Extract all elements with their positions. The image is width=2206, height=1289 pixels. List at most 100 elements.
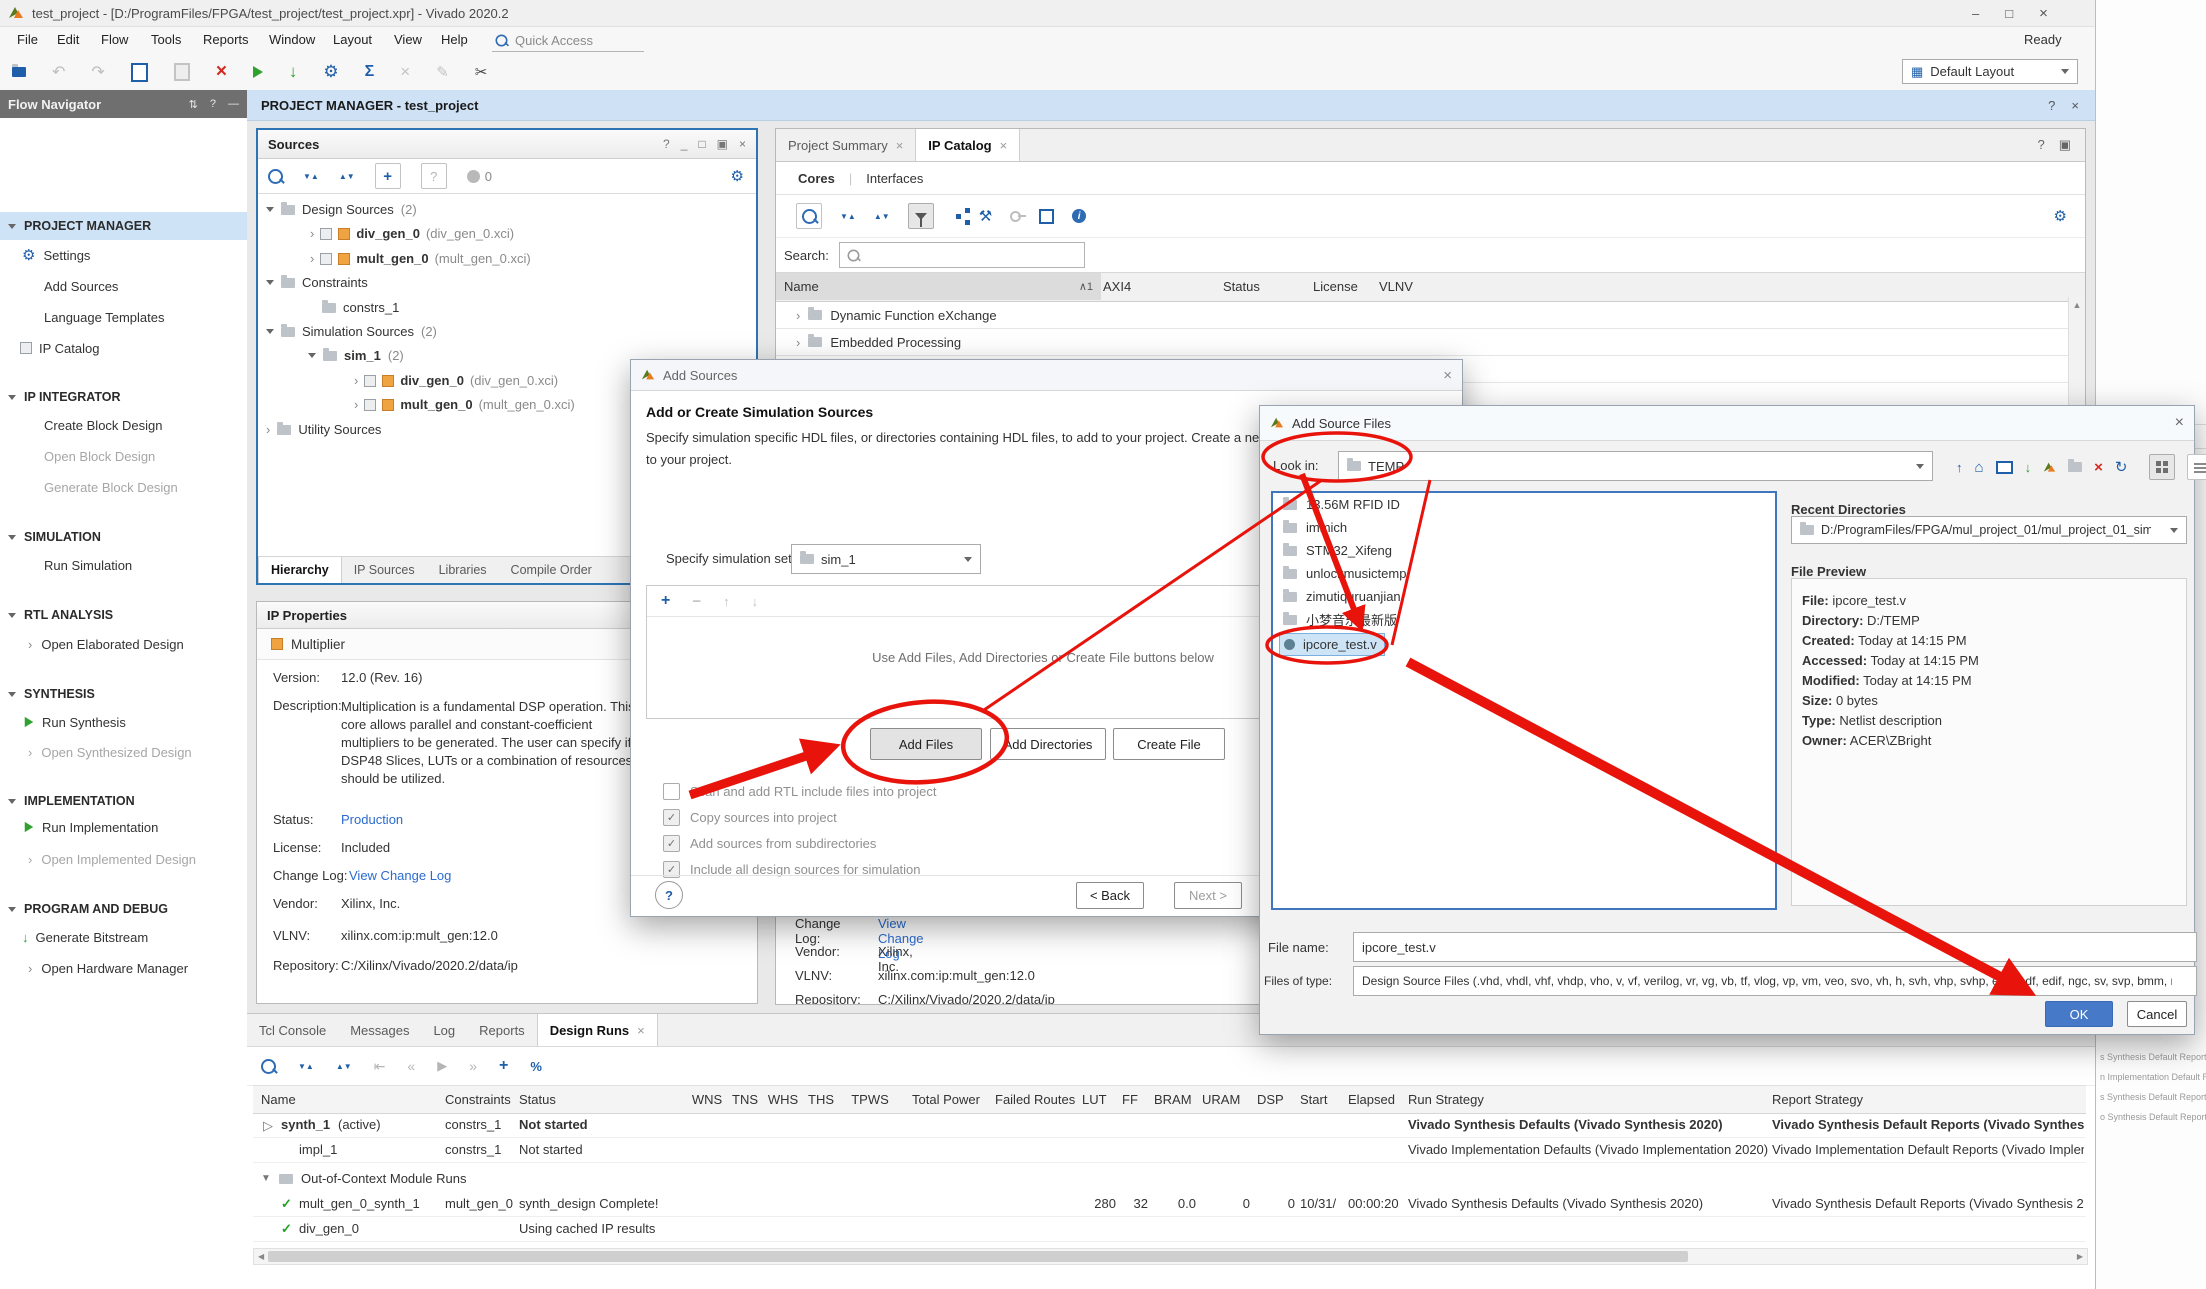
- tab-tcl-console[interactable]: Tcl Console: [247, 1014, 338, 1046]
- tree-row[interactable]: Simulation Sources (2): [266, 324, 437, 339]
- catalog-row[interactable]: ›Embedded Processing: [776, 329, 2085, 356]
- tab-design-runs[interactable]: Design Runs×: [537, 1014, 658, 1046]
- sidebar-item-settings[interactable]: ⚙Settings: [0, 242, 247, 268]
- help-icon[interactable]: ?: [2048, 98, 2055, 113]
- info-icon[interactable]: i: [1072, 209, 1086, 223]
- search-icon[interactable]: [796, 203, 822, 229]
- chip-icon[interactable]: [1039, 209, 1054, 224]
- scrollbar-horizontal[interactable]: ◀ ▶: [253, 1248, 2088, 1265]
- menu-file[interactable]: File: [17, 32, 38, 47]
- collapse-all-icon[interactable]: ▼▲: [840, 214, 856, 219]
- collapsed-icon[interactable]: ›: [310, 251, 314, 266]
- close-icon[interactable]: ×: [1443, 367, 1452, 384]
- menu-layout[interactable]: Layout: [333, 32, 372, 47]
- subtab-interfaces[interactable]: Interfaces: [866, 171, 923, 186]
- tab-compile-order[interactable]: Compile Order: [499, 557, 604, 583]
- collapse-icon[interactable]: ⇅: [189, 98, 198, 111]
- design-run-row[interactable]: ✓ mult_gen_0_synth_1 mult_gen_0 synth_de…: [253, 1191, 2086, 1217]
- run-icon[interactable]: [253, 66, 263, 78]
- expander-icon[interactable]: ▷: [263, 1118, 273, 1134]
- back-button[interactable]: < Back: [1076, 882, 1144, 909]
- filter-icon[interactable]: [908, 203, 934, 229]
- file-item[interactable]: 小梦音乐最新版: [1273, 608, 1775, 631]
- file-name-input[interactable]: ipcore_test.v: [1353, 932, 2197, 962]
- layout-selector[interactable]: ▦ Default Layout: [1902, 59, 2078, 84]
- close-icon[interactable]: ×: [637, 1023, 645, 1038]
- license-key-icon[interactable]: [1010, 211, 1021, 222]
- sidebar-section-synthesis[interactable]: SYNTHESIS: [0, 681, 247, 707]
- sidebar-section-implementation[interactable]: IMPLEMENTATION: [0, 788, 247, 814]
- sigma-icon[interactable]: Σ: [365, 63, 375, 81]
- gear-icon[interactable]: ⚙: [2054, 207, 2067, 225]
- checkbox-scan-rtl[interactable]: Scan and add RTL include files into proj…: [663, 783, 936, 800]
- sidebar-item-open-hardware-manager[interactable]: ›Open Hardware Manager: [0, 955, 247, 981]
- file-item[interactable]: immich: [1273, 516, 1775, 539]
- collapsed-icon[interactable]: ›: [354, 397, 358, 412]
- tab-ip-sources[interactable]: IP Sources: [342, 557, 427, 583]
- file-item-selected[interactable]: ipcore_test.v: [1279, 633, 1385, 656]
- menu-window[interactable]: Window: [269, 32, 315, 47]
- sidebar-item-language-templates[interactable]: Language Templates: [0, 304, 247, 330]
- tab-ip-catalog[interactable]: IP Catalog×: [915, 129, 1020, 161]
- tree-row[interactable]: ›div_gen_0 (div_gen_0.xci): [354, 373, 558, 388]
- quick-access-input[interactable]: Quick Access: [492, 30, 644, 52]
- checkbox-icon[interactable]: [663, 783, 680, 800]
- close-icon[interactable]: ×: [1000, 138, 1008, 153]
- expanded-icon[interactable]: [308, 353, 316, 358]
- design-run-row[interactable]: impl_1 constrs_1 Not started Vivado Impl…: [253, 1137, 2086, 1163]
- create-run-icon[interactable]: +: [499, 1057, 508, 1075]
- sidebar-section-simulation[interactable]: SIMULATION: [0, 524, 247, 550]
- menu-reports[interactable]: Reports: [203, 32, 249, 47]
- expanded-icon[interactable]: ▼: [261, 1173, 271, 1184]
- step-back-icon[interactable]: «: [407, 1058, 415, 1074]
- scrollbar-thumb[interactable]: [268, 1251, 1688, 1262]
- catalog-search-input[interactable]: [839, 242, 1085, 268]
- tree-row[interactable]: ›Utility Sources: [266, 422, 381, 437]
- scroll-left-icon[interactable]: ◀: [254, 1252, 268, 1261]
- look-in-select[interactable]: TEMP: [1338, 451, 1933, 481]
- refresh-icon[interactable]: ↻: [2115, 458, 2128, 476]
- checkbox-checked-icon[interactable]: [663, 809, 680, 826]
- collapsed-icon[interactable]: ›: [266, 422, 270, 437]
- move-up-icon[interactable]: ↑: [723, 594, 730, 609]
- run-icon[interactable]: ▶: [437, 1058, 447, 1074]
- delete-icon[interactable]: ×: [2094, 459, 2103, 476]
- expand-all-icon[interactable]: ▲▼: [874, 214, 890, 219]
- scissors-icon[interactable]: ✂: [475, 63, 488, 81]
- move-down-icon[interactable]: ↓: [752, 594, 759, 609]
- design-run-row[interactable]: ✓ div_gen_0 Using cached IP results: [253, 1216, 2086, 1242]
- redo-icon[interactable]: ↷: [91, 62, 104, 82]
- download-icon[interactable]: ↓: [2025, 460, 2032, 475]
- new-folder-icon[interactable]: [2068, 462, 2082, 472]
- remove-file-icon[interactable]: −: [692, 593, 701, 610]
- tree-row[interactable]: Constraints: [266, 275, 368, 290]
- expand-all-icon[interactable]: ▲▼: [336, 1064, 352, 1069]
- catalog-col-license[interactable]: License: [1313, 279, 1358, 294]
- create-file-button[interactable]: Create File: [1113, 728, 1225, 760]
- sidebar-section-rtl-analysis[interactable]: RTL ANALYSIS: [0, 602, 247, 628]
- undo-icon[interactable]: ↶: [52, 62, 65, 82]
- close-icon[interactable]: ×: [2175, 414, 2184, 432]
- subtab-cores[interactable]: Cores: [798, 171, 835, 186]
- sidebar-section-ip-integrator[interactable]: IP INTEGRATOR: [0, 384, 247, 410]
- tree-row[interactable]: constrs_1: [322, 300, 399, 315]
- cancel-run-icon[interactable]: ×: [400, 62, 410, 82]
- file-item[interactable]: 13.56M RFID ID: [1273, 493, 1775, 516]
- gear-icon[interactable]: ⚙: [731, 167, 744, 185]
- wrench-icon[interactable]: ⚒: [979, 207, 992, 225]
- collapsed-icon[interactable]: ›: [310, 226, 314, 241]
- settings-gear-icon[interactable]: ⚙: [323, 62, 338, 82]
- sidebar-item-create-block-design[interactable]: Create Block Design: [0, 412, 247, 438]
- sidebar-item-ip-catalog[interactable]: IP Catalog: [0, 335, 247, 361]
- tree-row[interactable]: ›div_gen_0 (div_gen_0.xci): [310, 226, 514, 241]
- sidebar-item-run-synthesis[interactable]: Run Synthesis: [0, 709, 247, 735]
- design-run-row[interactable]: ▷ synth_1 (active) constrs_1 Not started…: [253, 1112, 2086, 1138]
- close-icon[interactable]: ×: [739, 137, 746, 151]
- recent-directories-select[interactable]: D:/ProgramFiles/FPGA/mul_project_01/mul_…: [1791, 516, 2187, 544]
- minimize-panel-icon[interactable]: —: [228, 98, 239, 111]
- file-item[interactable]: unlockmusictemp: [1273, 562, 1775, 585]
- expanded-icon[interactable]: [266, 329, 274, 334]
- checkbox-copy-sources[interactable]: Copy sources into project: [663, 809, 837, 826]
- pencil-icon[interactable]: ✎: [436, 63, 449, 81]
- catalog-row[interactable]: ›Dynamic Function eXchange: [776, 302, 2085, 329]
